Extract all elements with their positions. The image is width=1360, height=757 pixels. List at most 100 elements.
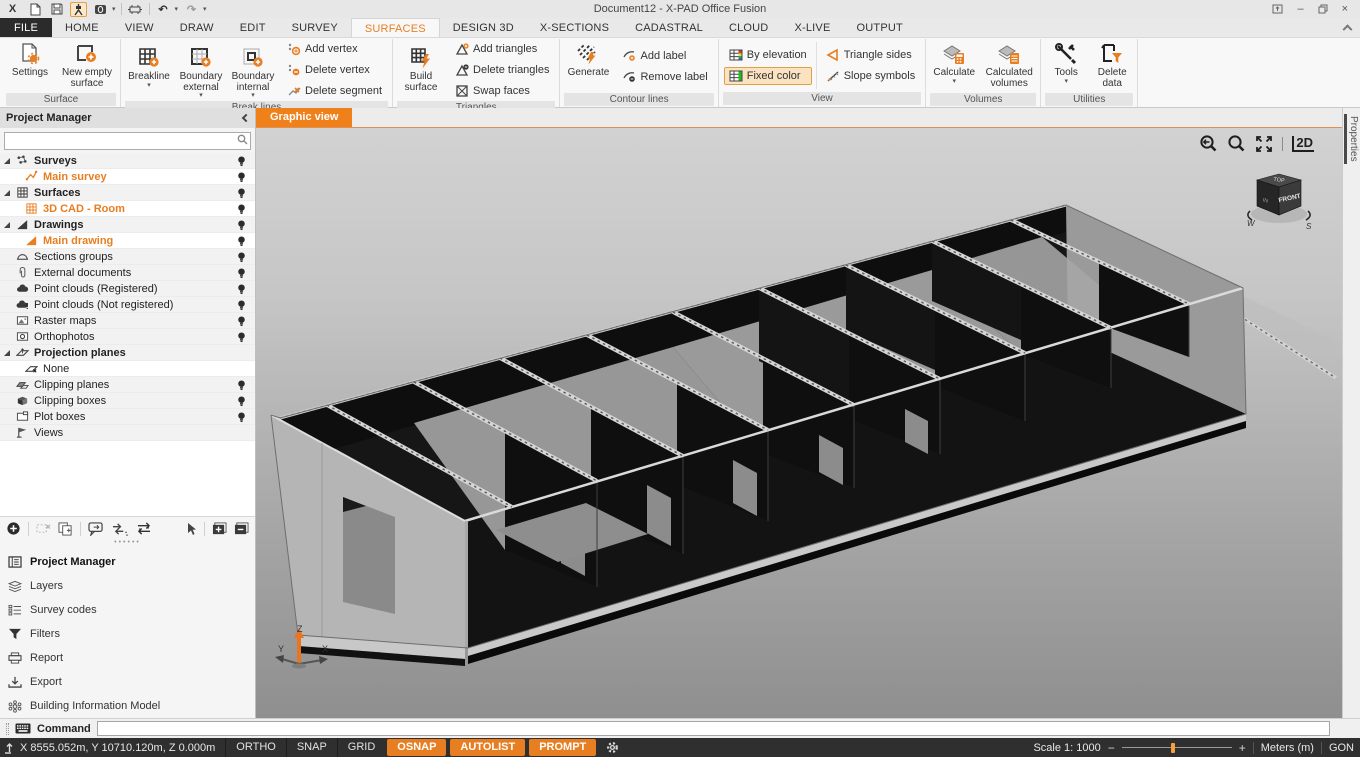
- 3d-model-canvas[interactable]: [256, 128, 1340, 718]
- visibility-bulb-icon[interactable]: [237, 251, 246, 264]
- tree-item-3d-cad-room[interactable]: 3D CAD - Room: [0, 201, 255, 217]
- nav-project-manager[interactable]: Project Manager: [0, 550, 255, 574]
- nav-layers[interactable]: Layers: [0, 574, 255, 598]
- tree-item-plot-boxes[interactable]: Plot boxes: [0, 409, 255, 425]
- pin-window-icon[interactable]: [1272, 4, 1283, 14]
- tab-x-live[interactable]: X-LIVE: [781, 18, 843, 37]
- calculate-button[interactable]: Calculate ▾: [928, 40, 980, 92]
- codes-icon[interactable]: [92, 2, 109, 17]
- visibility-bulb-icon[interactable]: [237, 187, 246, 200]
- redo-dropdown-caret[interactable]: ▾: [203, 5, 207, 13]
- zoom-previous-icon[interactable]: [1199, 134, 1218, 153]
- tree-item-projection-none[interactable]: None: [0, 361, 255, 377]
- tools-button[interactable]: Tools ▾: [1043, 40, 1089, 92]
- zoom-in-button[interactable]: +: [1239, 741, 1246, 755]
- collapse-panel-icon[interactable]: [242, 114, 250, 122]
- select-icon[interactable]: [185, 522, 197, 536]
- visibility-bulb-icon[interactable]: [237, 219, 246, 232]
- tab-home[interactable]: HOME: [52, 18, 112, 37]
- units-selector[interactable]: Meters (m): [1261, 742, 1314, 754]
- triangle-sides-button[interactable]: Triangle sides: [821, 46, 921, 64]
- tab-file[interactable]: FILE: [0, 18, 52, 37]
- visibility-bulb-icon[interactable]: [237, 171, 246, 184]
- zoom-icon[interactable]: [1227, 134, 1246, 153]
- scale-slider-thumb[interactable]: [1171, 743, 1175, 753]
- new-document-icon[interactable]: [26, 2, 43, 17]
- remove-label-button[interactable]: Remove label: [617, 68, 712, 86]
- expander-icon[interactable]: [3, 348, 13, 358]
- toggle-snap[interactable]: SNAP: [286, 738, 337, 757]
- nav-survey-codes[interactable]: Survey codes: [0, 598, 255, 622]
- expander-icon[interactable]: [3, 220, 13, 230]
- delete-icon[interactable]: [36, 522, 51, 535]
- snap-settings-gear-icon[interactable]: [598, 741, 627, 754]
- by-elevation-button[interactable]: By elevation: [724, 46, 812, 64]
- angle-unit-selector[interactable]: GON: [1329, 742, 1354, 754]
- refresh-bubble-icon[interactable]: [88, 522, 104, 536]
- visibility-bulb-icon[interactable]: [237, 283, 246, 296]
- tab-cloud[interactable]: CLOUD: [716, 18, 782, 37]
- toggle-prompt[interactable]: PROMPT: [529, 739, 596, 756]
- command-input[interactable]: [97, 721, 1330, 736]
- tab-output[interactable]: OUTPUT: [844, 18, 916, 37]
- tree-item-views[interactable]: Views: [0, 425, 255, 441]
- restore-icon[interactable]: [1318, 4, 1328, 14]
- visibility-bulb-icon[interactable]: [237, 411, 246, 424]
- visibility-bulb-icon[interactable]: [237, 331, 246, 344]
- nav-filters[interactable]: Filters: [0, 622, 255, 646]
- zoom-extents-icon[interactable]: [1255, 135, 1273, 153]
- send-receive-icon[interactable]: [111, 522, 129, 536]
- tab-draw[interactable]: DRAW: [167, 18, 227, 37]
- duplicate-icon[interactable]: [58, 522, 73, 536]
- tree-item-clipping-planes[interactable]: Clipping planes: [0, 377, 255, 393]
- scale-slider[interactable]: [1122, 743, 1232, 753]
- toggle-osnap[interactable]: OSNAP: [387, 739, 446, 756]
- tab-design-3d[interactable]: DESIGN 3D: [440, 18, 527, 37]
- expander-icon[interactable]: [3, 188, 13, 198]
- add-icon[interactable]: [6, 521, 21, 536]
- tree-item-raster-maps[interactable]: Raster maps: [0, 313, 255, 329]
- visibility-bulb-icon[interactable]: [237, 155, 246, 168]
- tree-item-clipping-boxes[interactable]: Clipping boxes: [0, 393, 255, 409]
- tree-item-point-clouds-not-registered[interactable]: ! Point clouds (Not registered): [0, 297, 255, 313]
- tab-survey[interactable]: SURVEY: [279, 18, 351, 37]
- visibility-bulb-icon[interactable]: [237, 395, 246, 408]
- add-vertex-button[interactable]: Add vertex: [282, 40, 387, 58]
- search-input[interactable]: [4, 132, 251, 150]
- tree-item-orthophotos[interactable]: Orthophotos: [0, 329, 255, 345]
- undo-dropdown-caret[interactable]: ▾: [175, 5, 179, 13]
- tree-item-sections-groups[interactable]: Sections groups: [0, 249, 255, 265]
- tab-properties[interactable]: Properties: [1344, 114, 1359, 164]
- navigation-cube[interactable]: TOP FRONT IN W S: [1242, 168, 1316, 232]
- save-icon[interactable]: [48, 2, 65, 17]
- nav-bim[interactable]: Building Information Model: [0, 694, 255, 718]
- panel-splitter[interactable]: ••••••: [0, 540, 255, 548]
- delete-segment-button[interactable]: Delete segment: [282, 82, 387, 100]
- collapse-all-icon[interactable]: [234, 522, 249, 536]
- tree-item-surfaces[interactable]: Surfaces: [0, 185, 255, 201]
- tab-surfaces[interactable]: SURFACES: [351, 18, 440, 37]
- boundary-internal-button[interactable]: Boundary internal ▾: [227, 44, 279, 96]
- fixed-color-button[interactable]: Fixed color: [724, 67, 812, 85]
- close-icon[interactable]: ×: [1342, 4, 1348, 15]
- visibility-bulb-icon[interactable]: [237, 299, 246, 312]
- tree-item-external-documents[interactable]: External documents: [0, 265, 255, 281]
- visibility-bulb-icon[interactable]: [237, 379, 246, 392]
- swap-faces-button[interactable]: Swap faces: [450, 82, 554, 100]
- delete-triangles-button[interactable]: Delete triangles: [450, 61, 554, 79]
- nav-report[interactable]: Report: [0, 646, 255, 670]
- minimize-icon[interactable]: –: [1297, 4, 1303, 15]
- new-empty-surface-button[interactable]: New empty surface: [56, 40, 118, 92]
- tree-item-point-clouds-registered[interactable]: Point clouds (Registered): [0, 281, 255, 297]
- page-setup-icon[interactable]: [127, 2, 144, 17]
- command-grip[interactable]: [6, 723, 9, 735]
- view-2d-icon[interactable]: 2D: [1292, 136, 1314, 152]
- codes-dropdown-caret[interactable]: ▾: [112, 5, 116, 13]
- delete-vertex-button[interactable]: Delete vertex: [282, 61, 387, 79]
- tab-x-sections[interactable]: X-SECTIONS: [527, 18, 622, 37]
- redo-icon[interactable]: ↷: [183, 2, 200, 17]
- tab-graphic-view[interactable]: Graphic view: [256, 108, 352, 127]
- tab-edit[interactable]: EDIT: [227, 18, 279, 37]
- tree-item-main-survey[interactable]: Main survey: [0, 169, 255, 185]
- settings-button[interactable]: Settings: [4, 40, 56, 92]
